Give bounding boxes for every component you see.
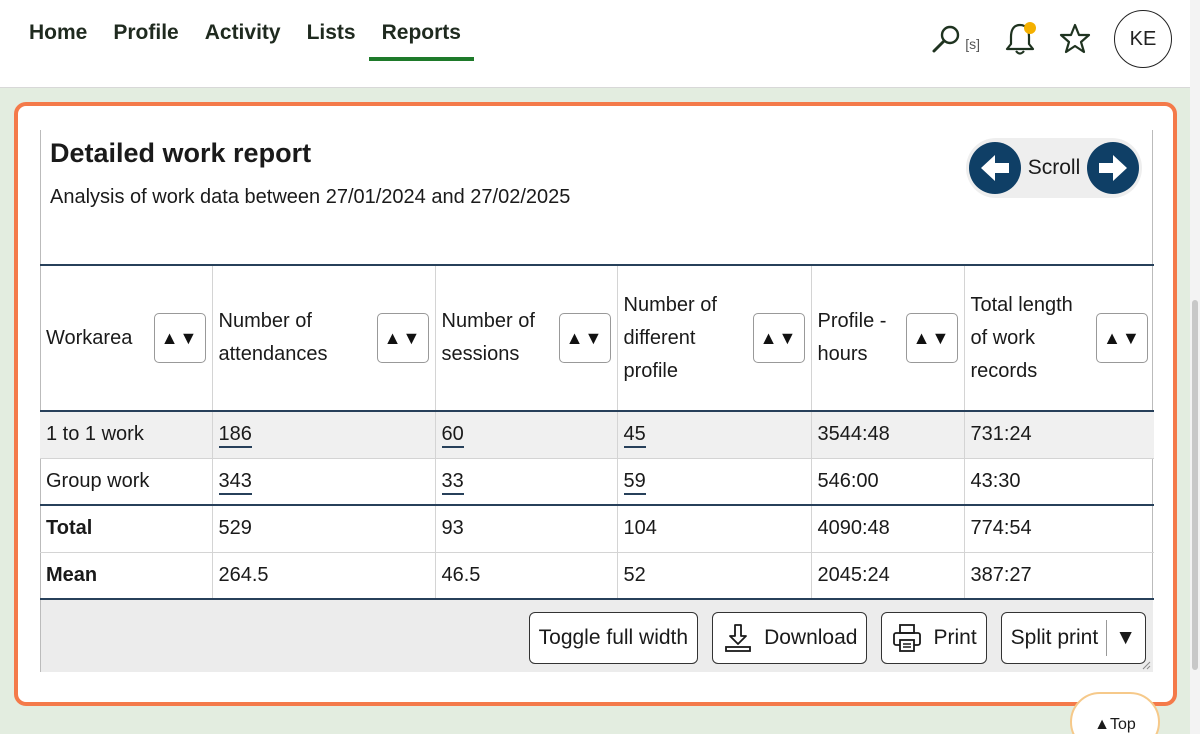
mean-sessions: 46.5: [435, 552, 618, 599]
nav-home[interactable]: Home: [16, 18, 100, 61]
total-length: 774:54: [970, 517, 1032, 540]
column-header-label: Profile - hours: [817, 310, 887, 365]
work-report-table: Workarea ▲▼ Number of attendances ▲▼ Numbe…: [40, 264, 1154, 600]
notifications-button[interactable]: [1002, 21, 1038, 57]
nav-profile[interactable]: Profile: [100, 18, 191, 61]
star-icon[interactable]: [1058, 22, 1092, 56]
table-row: 1 to 1 work 186 60 45 3544:48 731:24: [40, 411, 1154, 458]
top-navigation-bar: Home Profile Activity Lists Reports [s] …: [0, 0, 1190, 88]
total-label: Total: [40, 505, 213, 552]
page-scrollbar-thumb[interactable]: [1192, 300, 1198, 670]
search-shortcut-hint: [s]: [965, 36, 980, 52]
column-header: Workarea ▲▼: [40, 265, 213, 411]
workarea-cell: 1 to 1 work: [40, 411, 213, 458]
column-header-label: Number of different profile: [623, 293, 717, 382]
hours-cell: 546:00: [811, 458, 965, 505]
length-cell: 731:24: [970, 423, 1032, 446]
total-attendances: 529: [212, 505, 436, 552]
total-hours: 4090:48: [811, 505, 965, 552]
workarea-cell: Group work: [40, 458, 213, 505]
nav-reports[interactable]: Reports: [368, 18, 474, 61]
profiles-link[interactable]: 59: [623, 469, 646, 495]
total-row: Total 529 93 104 4090:48 774:54: [40, 505, 1154, 552]
print-label: Print: [933, 626, 977, 649]
column-header: Number of different profile ▲▼: [617, 265, 812, 411]
column-header: Number of sessions ▲▼: [435, 265, 618, 411]
notification-badge: [1024, 22, 1036, 34]
toggle-full-width-button[interactable]: Toggle full width: [528, 612, 699, 664]
sessions-link[interactable]: 33: [441, 469, 464, 495]
split-print-label: Split print: [1010, 626, 1099, 649]
profiles-cell: 45: [617, 411, 812, 458]
search-icon: [932, 25, 960, 53]
arrow-left-icon: [981, 155, 1009, 181]
header-tools: [s] KE: [931, 10, 1172, 68]
printer-icon: [893, 624, 922, 652]
column-header-label: Number of sessions: [441, 310, 535, 365]
sort-button[interactable]: ▲▼: [558, 313, 611, 363]
download-label: Download: [764, 626, 858, 649]
resize-grip-icon[interactable]: [1141, 660, 1151, 670]
split-print-divider: [1106, 620, 1108, 656]
toggle-full-width-label: Toggle full width: [538, 626, 689, 649]
report-title: Detailed work report: [50, 138, 312, 168]
back-to-top-button[interactable]: ▲Top: [1070, 692, 1160, 734]
table-row: Group work 343 33 59 546:00 43:30: [40, 458, 1154, 505]
nav-activity[interactable]: Activity: [192, 18, 294, 61]
mean-row: Mean 264.5 46.5 52 2045:24 387:27: [40, 552, 1154, 599]
mean-length: 387:27: [970, 563, 1032, 586]
split-print-button[interactable]: Split print ▼: [1000, 612, 1146, 664]
column-header: Number of attendances ▲▼: [212, 265, 436, 411]
print-button[interactable]: Print: [881, 612, 987, 664]
report-actions-bar: Toggle full width Download Print Split p…: [41, 600, 1153, 672]
search-button[interactable]: [s]: [931, 24, 980, 54]
column-header-label: Workarea: [46, 326, 133, 349]
nav-lists[interactable]: Lists: [294, 18, 369, 61]
sessions-cell: 60: [435, 411, 618, 458]
scroll-right-button[interactable]: [1086, 142, 1139, 194]
total-sessions: 93: [435, 505, 618, 552]
mean-hours: 2045:24: [811, 552, 965, 599]
attendances-link[interactable]: 343: [218, 469, 252, 495]
main-nav: Home Profile Activity Lists Reports: [16, 18, 474, 61]
column-header: Total length of work records ▲▼: [964, 265, 1154, 411]
column-header-label: Total length of work records: [970, 293, 1073, 382]
sessions-link[interactable]: 60: [441, 423, 464, 449]
table-scroll-control: Scroll: [966, 138, 1142, 198]
sessions-cell: 33: [435, 458, 618, 505]
table-header-row: Workarea ▲▼ Number of attendances ▲▼ Numbe…: [40, 265, 1154, 411]
report-card: Detailed work report Analysis of work da…: [40, 130, 1154, 672]
column-header-label: Number of attendances: [218, 310, 328, 365]
attendances-link[interactable]: 186: [218, 423, 252, 449]
column-header: Profile - hours ▲▼: [811, 265, 965, 411]
attendances-cell: 186: [212, 411, 436, 458]
scroll-left-button[interactable]: [969, 142, 1021, 194]
sort-button[interactable]: ▲▼: [905, 313, 958, 363]
arrow-right-icon: [1098, 155, 1127, 181]
hours-cell: 3544:48: [811, 411, 965, 458]
report-panel: Detailed work report Analysis of work da…: [14, 102, 1177, 706]
chevron-down-icon[interactable]: ▼: [1115, 626, 1136, 650]
download-icon: [725, 624, 751, 652]
mean-profiles: 52: [617, 552, 812, 599]
sort-button[interactable]: ▲▼: [376, 313, 429, 363]
mean-attendances: 264.5: [212, 552, 436, 599]
sort-button[interactable]: ▲▼: [1096, 313, 1148, 363]
report-subtitle: Analysis of work data between 27/01/2024…: [50, 186, 571, 208]
sort-button[interactable]: ▲▼: [153, 313, 206, 363]
page-scrollbar[interactable]: [1190, 0, 1200, 734]
profiles-link[interactable]: 45: [623, 423, 646, 449]
download-button[interactable]: Download: [712, 612, 868, 664]
user-avatar[interactable]: KE: [1114, 10, 1172, 68]
total-profiles: 104: [617, 505, 812, 552]
mean-label: Mean: [40, 552, 213, 599]
length-cell: 43:30: [970, 469, 1021, 492]
report-actions: Toggle full width Download Print Split p…: [515, 612, 1146, 664]
attendances-cell: 343: [212, 458, 436, 505]
sort-button[interactable]: ▲▼: [752, 313, 805, 363]
profiles-cell: 59: [617, 458, 812, 505]
scroll-label: Scroll: [1027, 156, 1081, 179]
